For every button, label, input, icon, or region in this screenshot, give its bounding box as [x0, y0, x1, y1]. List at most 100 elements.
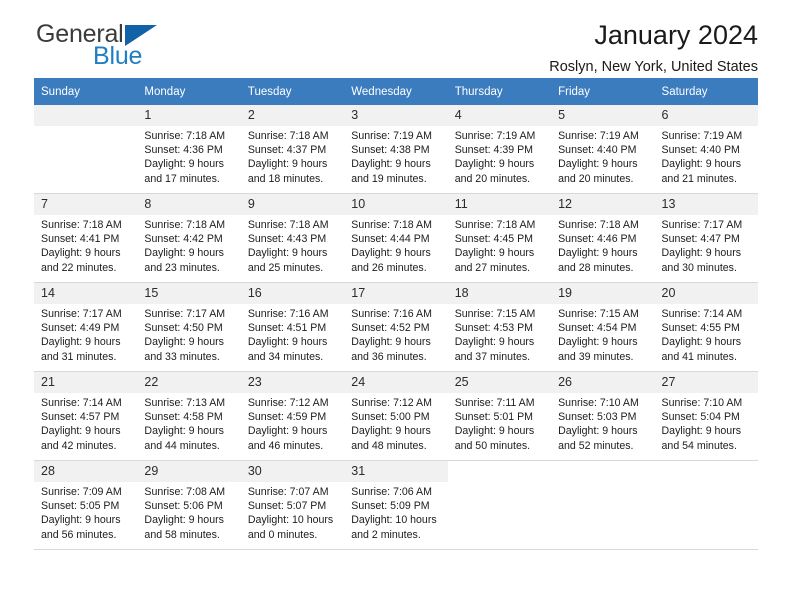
day-info-line: Daylight: 9 hours: [144, 514, 224, 527]
day-number: 30: [240, 461, 345, 482]
day-info-line: Sunrise: 7:15 AM: [454, 308, 536, 320]
day-number: 15: [137, 283, 241, 304]
generalblue-logo[interactable]: General Blue: [36, 22, 216, 74]
day-info-line: Sunset: 4:54 PM: [558, 322, 637, 335]
day-cell-22[interactable]: 22 Sunrise: 7:13 AM Sunset: 4:58 PM Dayligh…: [137, 371, 241, 461]
day-info-line: and 48 minutes.: [351, 439, 427, 452]
day-info-line: Daylight: 9 hours: [351, 425, 431, 438]
day-info-line: Daylight: 9 hours: [351, 247, 431, 260]
day-number: 7: [34, 194, 138, 215]
day-info-line: Daylight: 9 hours: [558, 247, 638, 260]
day-cell-25[interactable]: 25 Sunrise: 7:11 AM Sunset: 5:01 PM Dayligh…: [447, 371, 552, 461]
day-info-line: Daylight: 9 hours: [661, 336, 742, 349]
day-cell-1[interactable]: 1 Sunrise: 7:18 AM Sunset: 4:36 PM Daylight…: [137, 105, 241, 194]
day-info-line: Daylight: 9 hours: [41, 514, 121, 527]
day-cell-13[interactable]: 13 Sunrise: 7:17 AM Sunset: 4:47 PM Dayligh…: [654, 193, 758, 283]
day-info-line: Sunset: 4:49 PM: [41, 322, 120, 335]
day-info-line: Sunset: 5:01 PM: [454, 411, 534, 424]
day-cell-26[interactable]: 26 Sunrise: 7:10 AM Sunset: 5:03 PM Dayligh…: [551, 371, 655, 461]
day-info-line: Daylight: 9 hours: [351, 158, 431, 171]
day-cell-29[interactable]: 29 Sunrise: 7:08 AM Sunset: 5:06 PM Dayligh…: [137, 460, 241, 550]
day-info-line: and 30 minutes.: [661, 261, 737, 274]
day-cell-27[interactable]: 27 Sunrise: 7:10 AM Sunset: 5:04 PM Dayligh…: [654, 371, 758, 461]
day-number: 14: [34, 283, 138, 304]
day-cell-5[interactable]: 5 Sunrise: 7:19 AM Sunset: 4:40 PM Daylight…: [551, 105, 655, 194]
day-cell-28[interactable]: 28 Sunrise: 7:09 AM Sunset: 5:05 PM Dayligh…: [34, 460, 138, 550]
day-info-line: Sunset: 4:59 PM: [247, 411, 327, 424]
day-info-line: Sunset: 5:05 PM: [41, 500, 120, 513]
day-cell-30[interactable]: 30 Sunrise: 7:07 AM Sunset: 5:07 PM Dayligh…: [240, 460, 345, 550]
day-number: 29: [137, 461, 241, 482]
day-cell-14[interactable]: 14 Sunrise: 7:17 AM Sunset: 4:49 PM Dayligh…: [34, 282, 138, 372]
day-number: 13: [654, 194, 758, 215]
day-info-line: and 41 minutes.: [661, 350, 737, 363]
day-number: 5: [551, 105, 655, 126]
day-info-line: Daylight: 9 hours: [41, 247, 121, 260]
day-info-line: Sunset: 5:06 PM: [144, 500, 223, 513]
day-info-line: and 0 minutes.: [247, 528, 318, 541]
day-cell-8[interactable]: 8 Sunrise: 7:18 AM Sunset: 4:42 PM Daylight…: [137, 193, 241, 283]
day-info-line: Daylight: 9 hours: [558, 425, 638, 438]
day-cell-12[interactable]: 12 Sunrise: 7:18 AM Sunset: 4:46 PM Dayligh…: [551, 193, 655, 283]
day-cell-18[interactable]: 18 Sunrise: 7:15 AM Sunset: 4:53 PM Dayligh…: [447, 282, 552, 372]
day-cell-17[interactable]: 17 Sunrise: 7:16 AM Sunset: 4:52 PM Dayligh…: [344, 282, 448, 372]
day-sun-info: Sunrise: 7:19 AM Sunset: 4:40 PM Daylight:…: [655, 126, 758, 186]
day-cell-2[interactable]: 2 Sunrise: 7:18 AM Sunset: 4:37 PM Daylight…: [240, 105, 345, 194]
page-title: January 2024: [594, 20, 758, 50]
day-cell-7[interactable]: 7 Sunrise: 7:18 AM Sunset: 4:41 PM Daylight…: [34, 193, 138, 283]
day-cell-3[interactable]: 3 Sunrise: 7:19 AM Sunset: 4:38 PM Daylight…: [344, 105, 448, 194]
day-sun-info: Sunrise: 7:16 AM Sunset: 4:51 PM Daylight:…: [241, 304, 344, 364]
day-sun-info: Sunrise: 7:14 AM Sunset: 4:55 PM Daylight:…: [655, 304, 758, 364]
day-cell-20[interactable]: 20 Sunrise: 7:14 AM Sunset: 4:55 PM Dayligh…: [654, 282, 758, 372]
day-info-line: and 21 minutes.: [661, 172, 737, 185]
day-info-line: and 42 minutes.: [41, 439, 117, 452]
day-cell-11[interactable]: 11 Sunrise: 7:18 AM Sunset: 4:45 PM Dayligh…: [447, 193, 552, 283]
day-cell-31[interactable]: 31 Sunrise: 7:06 AM Sunset: 5:09 PM Dayligh…: [344, 460, 448, 550]
day-cell-23[interactable]: 23 Sunrise: 7:12 AM Sunset: 4:59 PM Dayligh…: [240, 371, 345, 461]
day-cell-21[interactable]: 21 Sunrise: 7:14 AM Sunset: 4:57 PM Dayligh…: [34, 371, 138, 461]
day-info-line: Sunset: 4:41 PM: [41, 233, 120, 246]
day-info-line: and 17 minutes.: [144, 172, 220, 185]
day-info-line: Daylight: 9 hours: [247, 247, 328, 260]
day-info-line: and 26 minutes.: [351, 261, 427, 274]
day-info-line: and 52 minutes.: [558, 439, 634, 452]
day-info-line: and 58 minutes.: [144, 528, 220, 541]
day-info-line: Sunset: 4:50 PM: [144, 322, 223, 335]
day-number: 11: [447, 194, 552, 215]
day-info-line: Sunrise: 7:16 AM: [247, 308, 329, 320]
day-info-line: and 54 minutes.: [661, 439, 737, 452]
day-info-line: Daylight: 9 hours: [247, 158, 328, 171]
day-cell-6[interactable]: 6 Sunrise: 7:19 AM Sunset: 4:40 PM Daylight…: [654, 105, 758, 194]
day-info-line: Sunset: 4:38 PM: [351, 144, 430, 157]
day-sun-info: Sunrise: 7:18 AM Sunset: 4:37 PM Daylight:…: [241, 126, 344, 186]
day-sun-info: Sunrise: 7:07 AM Sunset: 5:07 PM Daylight:…: [241, 482, 344, 542]
day-number: 1: [137, 105, 241, 126]
day-cell-16[interactable]: 16 Sunrise: 7:16 AM Sunset: 4:51 PM Dayligh…: [240, 282, 345, 372]
day-cell-10[interactable]: 10 Sunrise: 7:18 AM Sunset: 4:44 PM Dayligh…: [344, 193, 448, 283]
day-info-line: Sunrise: 7:17 AM: [144, 308, 226, 320]
day-info-line: Daylight: 9 hours: [41, 425, 121, 438]
day-info-line: Sunset: 4:42 PM: [144, 233, 223, 246]
day-info-line: Daylight: 9 hours: [247, 425, 328, 438]
day-cell-4[interactable]: 4 Sunrise: 7:19 AM Sunset: 4:39 PM Daylight…: [447, 105, 552, 194]
day-info-line: and 2 minutes.: [351, 528, 421, 541]
day-cell-9[interactable]: 9 Sunrise: 7:18 AM Sunset: 4:43 PM Daylight…: [240, 193, 345, 283]
day-cell-24[interactable]: 24 Sunrise: 7:12 AM Sunset: 5:00 PM Dayligh…: [344, 371, 448, 461]
day-cell-15[interactable]: 15 Sunrise: 7:17 AM Sunset: 4:50 PM Dayligh…: [137, 282, 241, 372]
day-info-line: Daylight: 9 hours: [558, 158, 638, 171]
day-cell-19[interactable]: 19 Sunrise: 7:15 AM Sunset: 4:54 PM Dayligh…: [551, 282, 655, 372]
day-info-line: Sunset: 5:00 PM: [351, 411, 430, 424]
day-number: 22: [137, 372, 241, 393]
day-info-line: Daylight: 9 hours: [144, 425, 224, 438]
day-info-line: Sunset: 4:51 PM: [247, 322, 327, 335]
day-info-line: Sunrise: 7:10 AM: [661, 397, 743, 409]
day-info-line: Sunset: 4:46 PM: [558, 233, 637, 246]
day-info-line: Sunrise: 7:18 AM: [144, 219, 226, 231]
day-info-line: Daylight: 9 hours: [454, 158, 535, 171]
day-info-line: Sunrise: 7:13 AM: [144, 397, 226, 409]
day-sun-info: Sunrise: 7:16 AM Sunset: 4:52 PM Daylight:…: [344, 304, 447, 364]
day-info-line: and 28 minutes.: [558, 261, 634, 274]
day-sun-info: Sunrise: 7:18 AM Sunset: 4:45 PM Daylight:…: [448, 215, 551, 275]
day-sun-info: Sunrise: 7:17 AM Sunset: 4:49 PM Daylight:…: [34, 304, 137, 364]
day-info-line: Sunset: 4:36 PM: [144, 144, 223, 157]
